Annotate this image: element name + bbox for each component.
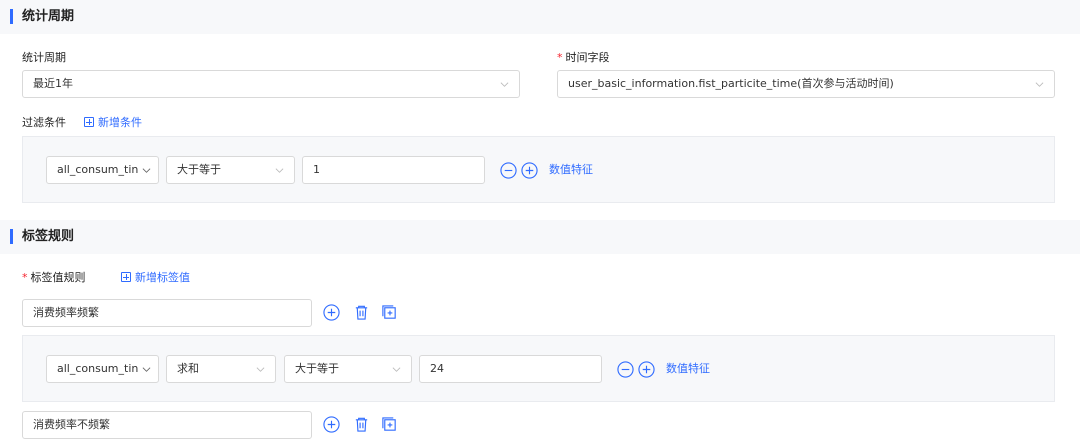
period-value: 最近1年 <box>33 77 73 90</box>
chevron-down-icon <box>275 168 284 173</box>
chevron-down-icon <box>256 367 265 372</box>
add-circle-icon[interactable] <box>323 304 340 321</box>
filter-operator-value: 大于等于 <box>177 163 221 176</box>
add-condition-button[interactable]: 新增条件 <box>84 116 142 130</box>
chevron-down-icon <box>1035 82 1044 87</box>
tag-value-text: 24 <box>430 362 444 375</box>
tag-operator-select[interactable]: 大于等于 <box>284 355 412 383</box>
section-header-tag-rules: 标签规则 <box>0 220 1080 254</box>
add-tag-value-button[interactable]: 新增标签值 <box>121 271 190 285</box>
tag-value-input[interactable]: 24 <box>419 355 602 383</box>
filter-operator-select[interactable]: 大于等于 <box>166 156 295 184</box>
required-asterisk: * <box>22 271 28 284</box>
tag-aggregate-select[interactable]: 求和 <box>166 355 276 383</box>
add-condition-icon[interactable] <box>521 162 538 179</box>
period-select[interactable]: 最近1年 <box>22 70 520 98</box>
tag-field-select[interactable]: all_consum_tin <box>46 355 159 383</box>
filter-label: 过滤条件 <box>22 116 66 129</box>
numeric-feature-link[interactable]: 数值特征 <box>549 163 593 177</box>
section-title: 标签规则 <box>22 229 75 244</box>
tag-rule-label-text: 标签值规则 <box>30 271 86 284</box>
tag-rule-label: * 标签值规则 <box>22 271 86 285</box>
trash-icon[interactable] <box>353 304 370 321</box>
section-accent-bar <box>10 229 13 244</box>
add-condition-label: 新增条件 <box>98 116 142 129</box>
filter-field-value: all_consum_tin <box>57 163 139 176</box>
add-box-icon <box>121 272 131 282</box>
add-circle-icon[interactable] <box>323 416 340 433</box>
numeric-feature-link[interactable]: 数值特征 <box>666 362 710 376</box>
tag-value-name-input[interactable]: 消费频率频繁 <box>22 299 312 327</box>
filter-value-text: 1 <box>313 163 320 176</box>
section-header-statistics-period: 统计周期 <box>0 0 1080 34</box>
section-accent-bar <box>10 9 13 24</box>
tag-value-name-input[interactable]: 消费频率不频繁 <box>22 411 312 439</box>
add-tag-value-label: 新增标签值 <box>135 271 190 284</box>
filter-value-input[interactable]: 1 <box>302 156 485 184</box>
tag-operator-value: 大于等于 <box>295 362 339 375</box>
time-field-label: * 时间字段 <box>557 51 610 65</box>
tag-field-value: all_consum_tin <box>57 362 139 375</box>
trash-icon[interactable] <box>353 416 370 433</box>
period-label: 统计周期 <box>22 51 66 64</box>
time-field-value: user_basic_information.fist_particite_ti… <box>568 77 894 90</box>
add-condition-icon[interactable] <box>638 361 655 378</box>
tag-value-name: 消费频率频繁 <box>33 306 99 319</box>
copy-icon[interactable] <box>381 416 398 433</box>
time-field-select[interactable]: user_basic_information.fist_particite_ti… <box>557 70 1055 98</box>
chevron-down-icon <box>142 367 151 372</box>
chevron-down-icon <box>392 367 401 372</box>
required-asterisk: * <box>557 51 563 64</box>
time-field-label-text: 时间字段 <box>565 51 610 64</box>
filter-field-select[interactable]: all_consum_tin <box>46 156 159 184</box>
chevron-down-icon <box>500 82 509 87</box>
tag-aggregate-value: 求和 <box>177 362 199 375</box>
add-box-icon <box>84 117 94 127</box>
tag-value-name: 消费频率不频繁 <box>33 418 110 431</box>
chevron-down-icon <box>142 168 151 173</box>
remove-condition-icon[interactable] <box>617 361 634 378</box>
section-title: 统计周期 <box>22 9 75 24</box>
copy-icon[interactable] <box>381 304 398 321</box>
remove-condition-icon[interactable] <box>500 162 517 179</box>
